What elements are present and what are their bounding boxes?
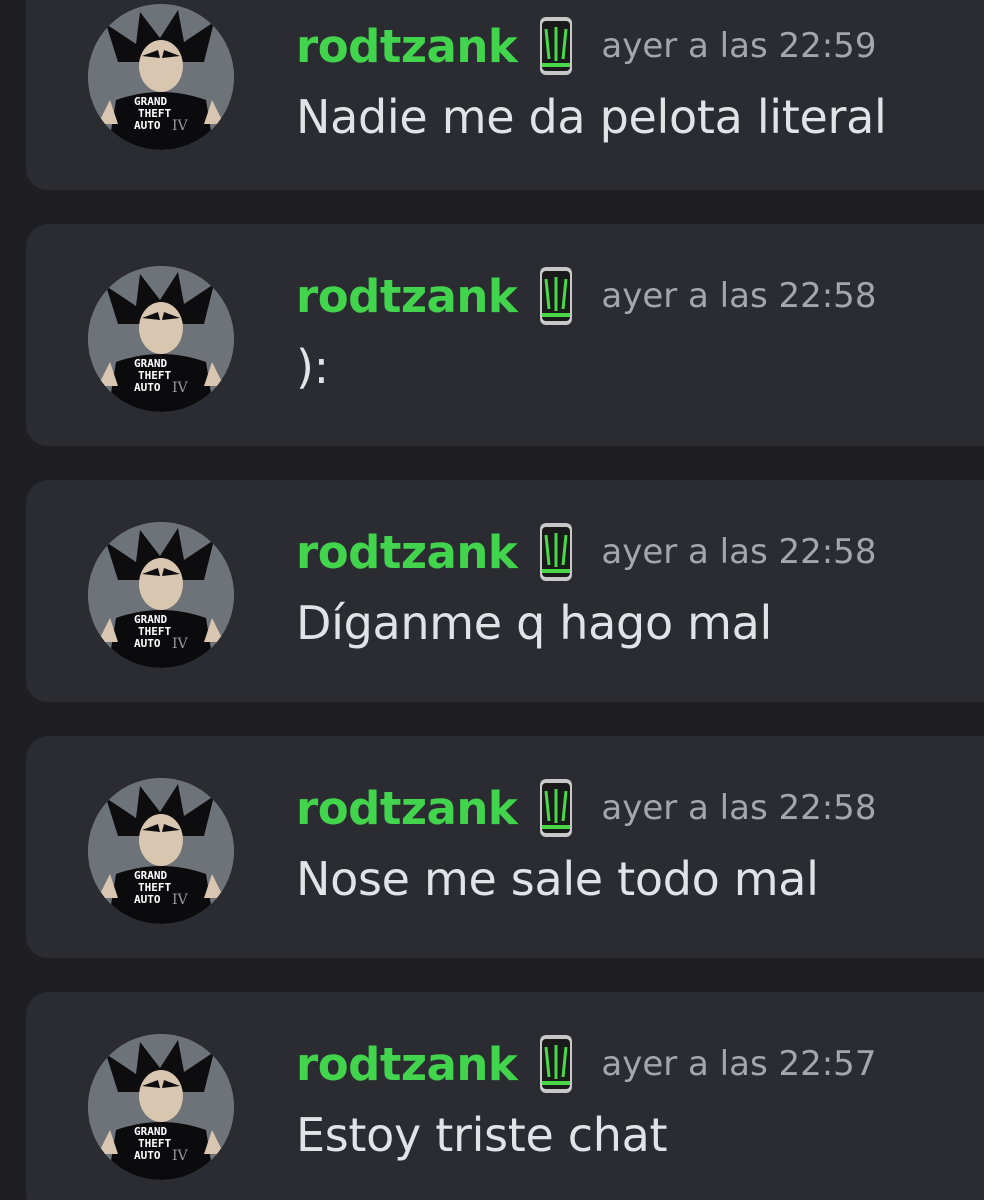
- message-header: rodtzank ayer a las 22:58: [296, 266, 876, 326]
- timestamp: ayer a las 22:58: [601, 276, 877, 316]
- message-header: rodtzank ayer a las 22:59: [296, 16, 876, 76]
- message-text: Díganme q hago mal: [296, 596, 772, 650]
- message-text: Nose me sale todo mal: [296, 852, 819, 906]
- svg-text:IV: IV: [172, 1148, 189, 1164]
- svg-text:AUTO: AUTO: [134, 119, 161, 132]
- svg-text:IV: IV: [172, 636, 189, 652]
- svg-text:AUTO: AUTO: [134, 1149, 161, 1162]
- user-avatar[interactable]: GRAND THEFT AUTO IV: [88, 522, 234, 668]
- message-header: rodtzank ayer a las 22:58: [296, 522, 876, 582]
- monster-energy-can-icon[interactable]: [535, 15, 577, 77]
- svg-text:AUTO: AUTO: [134, 893, 161, 906]
- message-text: ):: [296, 340, 329, 394]
- username[interactable]: rodtzank: [296, 270, 518, 323]
- message-item[interactable]: GRAND THEFT AUTO IV rodtzank ayer a las …: [26, 0, 984, 190]
- message-feed: GRAND THEFT AUTO IV rodtzank ayer a las …: [0, 0, 984, 1200]
- monster-energy-can-icon[interactable]: [535, 521, 577, 583]
- username[interactable]: rodtzank: [296, 20, 518, 73]
- svg-text:AUTO: AUTO: [134, 637, 161, 650]
- message-item[interactable]: GRAND THEFT AUTO IV rodtzank ayer a las …: [26, 480, 984, 702]
- username[interactable]: rodtzank: [296, 1038, 518, 1091]
- message-item[interactable]: GRAND THEFT AUTO IV rodtzank ayer a las …: [26, 224, 984, 446]
- monster-energy-can-icon[interactable]: [535, 1033, 577, 1095]
- user-avatar[interactable]: GRAND THEFT AUTO IV: [88, 266, 234, 412]
- message-text: Nadie me da pelota literal: [296, 90, 887, 144]
- user-avatar[interactable]: GRAND THEFT AUTO IV: [88, 778, 234, 924]
- timestamp: ayer a las 22:57: [601, 1044, 877, 1084]
- message-header: rodtzank ayer a las 22:58: [296, 778, 876, 838]
- message-header: rodtzank ayer a las 22:57: [296, 1034, 876, 1094]
- message-item[interactable]: GRAND THEFT AUTO IV rodtzank ayer a las …: [26, 736, 984, 958]
- svg-text:IV: IV: [172, 892, 189, 908]
- svg-text:AUTO: AUTO: [134, 381, 161, 394]
- timestamp: ayer a las 22:58: [601, 788, 877, 828]
- timestamp: ayer a las 22:58: [601, 532, 877, 572]
- message-item[interactable]: GRAND THEFT AUTO IV rodtzank ayer a las …: [26, 992, 984, 1200]
- monster-energy-can-icon[interactable]: [535, 265, 577, 327]
- user-avatar[interactable]: GRAND THEFT AUTO IV: [88, 1034, 234, 1180]
- svg-text:IV: IV: [172, 118, 189, 134]
- username[interactable]: rodtzank: [296, 782, 518, 835]
- user-avatar[interactable]: GRAND THEFT AUTO IV: [88, 4, 234, 150]
- monster-energy-can-icon[interactable]: [535, 777, 577, 839]
- timestamp: ayer a las 22:59: [601, 26, 877, 66]
- svg-text:IV: IV: [172, 380, 189, 396]
- message-text: Estoy triste chat: [296, 1108, 668, 1162]
- username[interactable]: rodtzank: [296, 526, 518, 579]
